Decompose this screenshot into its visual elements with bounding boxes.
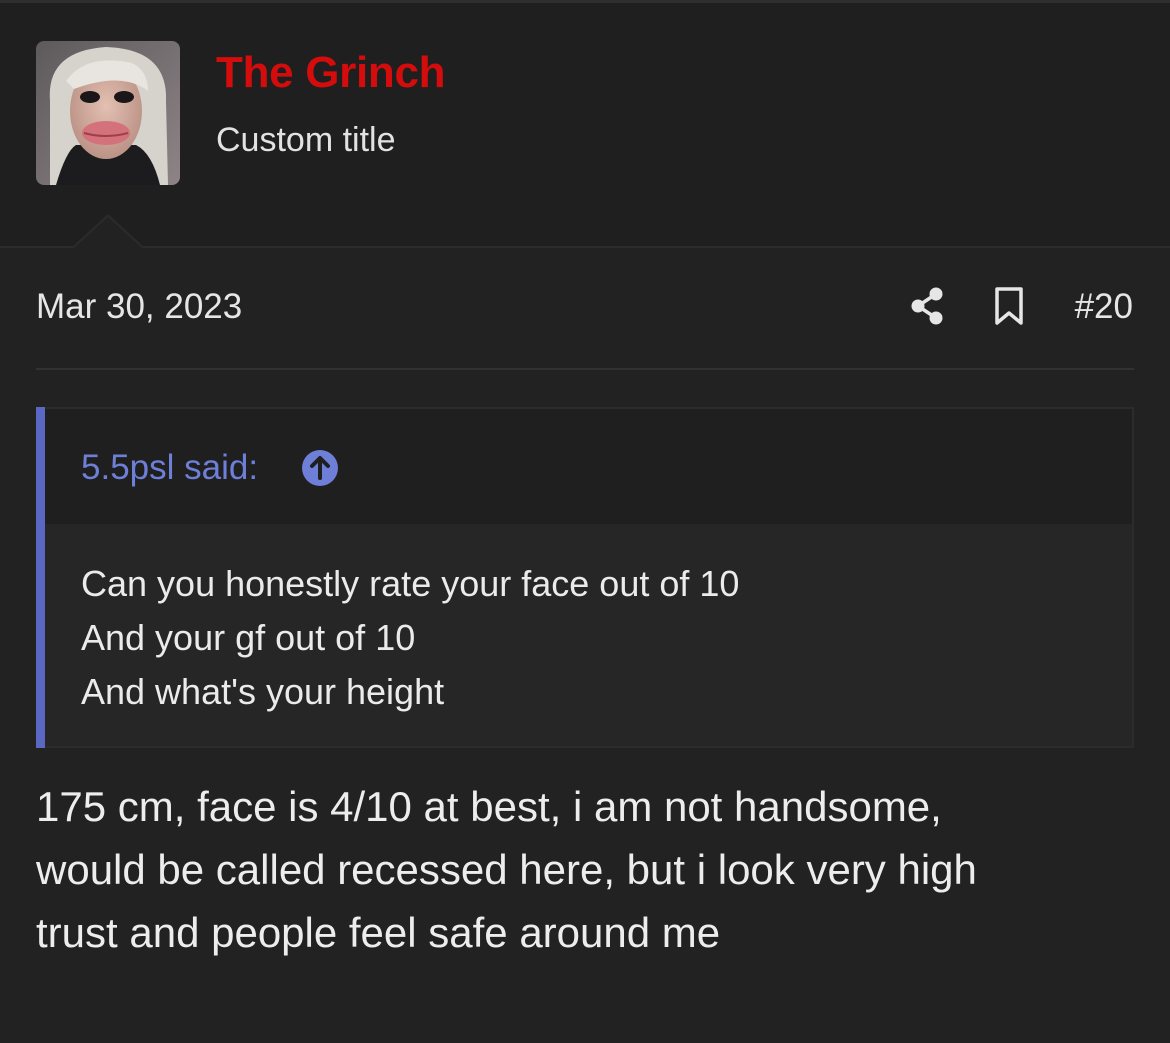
- meta-divider: [36, 368, 1134, 370]
- quote-accent-bar: [36, 407, 45, 748]
- post-author-title: Custom title: [216, 121, 396, 159]
- share-icon[interactable]: [908, 286, 948, 326]
- quote-text-line: And your gf out of 10: [81, 617, 416, 658]
- post-body-line: 175 cm, face is 4/10 at best, i am not h…: [36, 783, 942, 830]
- bookmark-icon[interactable]: [990, 286, 1028, 326]
- post-body-line: would be called recessed here, but i loo…: [36, 846, 977, 893]
- post-date[interactable]: Mar 30, 2023: [36, 287, 242, 327]
- avatar-photo-icon: [36, 41, 180, 185]
- user-avatar[interactable]: [36, 41, 180, 185]
- quote-text-line: Can you honestly rate your face out of 1…: [81, 563, 740, 604]
- header-pointer-inner: [74, 217, 142, 248]
- post-body-line: trust and people feel safe around me: [36, 909, 721, 956]
- post-author-name[interactable]: The Grinch: [216, 48, 446, 98]
- quote-author-link[interactable]: 5.5psl said:: [81, 448, 258, 488]
- quote-text-line: And what's your height: [81, 671, 445, 712]
- post-number-link[interactable]: #20: [1050, 287, 1133, 327]
- arrow-up-circle-icon[interactable]: [301, 449, 339, 487]
